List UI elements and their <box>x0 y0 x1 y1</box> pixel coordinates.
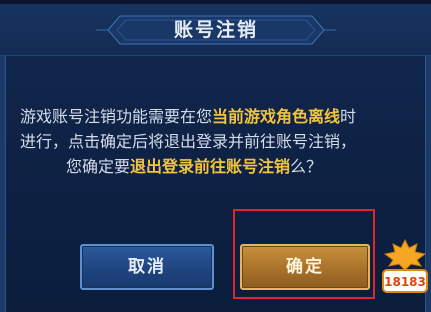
message-line-1: 游戏账号注销功能需要在您当前游戏角色离线时 <box>8 104 423 129</box>
message-line-1-text: 游戏账号注销功能需要在您 <box>20 107 213 126</box>
message-line-3-highlight: 退出登录前往账号注销 <box>130 157 291 176</box>
game-dialog: 账号注销 游戏账号注销功能需要在您当前游戏角色离线时 进行，点击确定后将退出登录… <box>0 0 431 312</box>
message-line-1-highlight: 当前游戏角色离线 <box>212 107 341 126</box>
message-line-2: 进行，点击确定后将退出登录并前往账号注销， <box>8 129 423 154</box>
message-line-3-text: 您确定要 <box>66 157 131 176</box>
message-line-3-tail: 么？ <box>290 157 323 176</box>
message-line-3: 您确定要退出登录前往账号注销么？ <box>8 154 423 179</box>
message-line-1-tail: 时 <box>340 107 357 126</box>
message-line-2-text: 进行，点击确定后将退出登录并前往账号注销， <box>20 132 357 151</box>
title-plate: 账号注销 <box>96 10 336 50</box>
annotation-highlight-box <box>233 209 375 299</box>
dialog-header: 账号注销 <box>0 4 431 56</box>
left-frame <box>0 56 6 312</box>
site-watermark-logo: 18183 <box>381 236 429 302</box>
cancel-button[interactable]: 取消 <box>80 244 214 290</box>
watermark-logo-icon: 18183 <box>382 238 428 293</box>
dialog-message: 游戏账号注销功能需要在您当前游戏角色离线时 进行，点击确定后将退出登录并前往账号… <box>8 104 423 179</box>
watermark-text: 18183 <box>384 275 426 289</box>
dialog-title: 账号注销 <box>173 19 258 41</box>
